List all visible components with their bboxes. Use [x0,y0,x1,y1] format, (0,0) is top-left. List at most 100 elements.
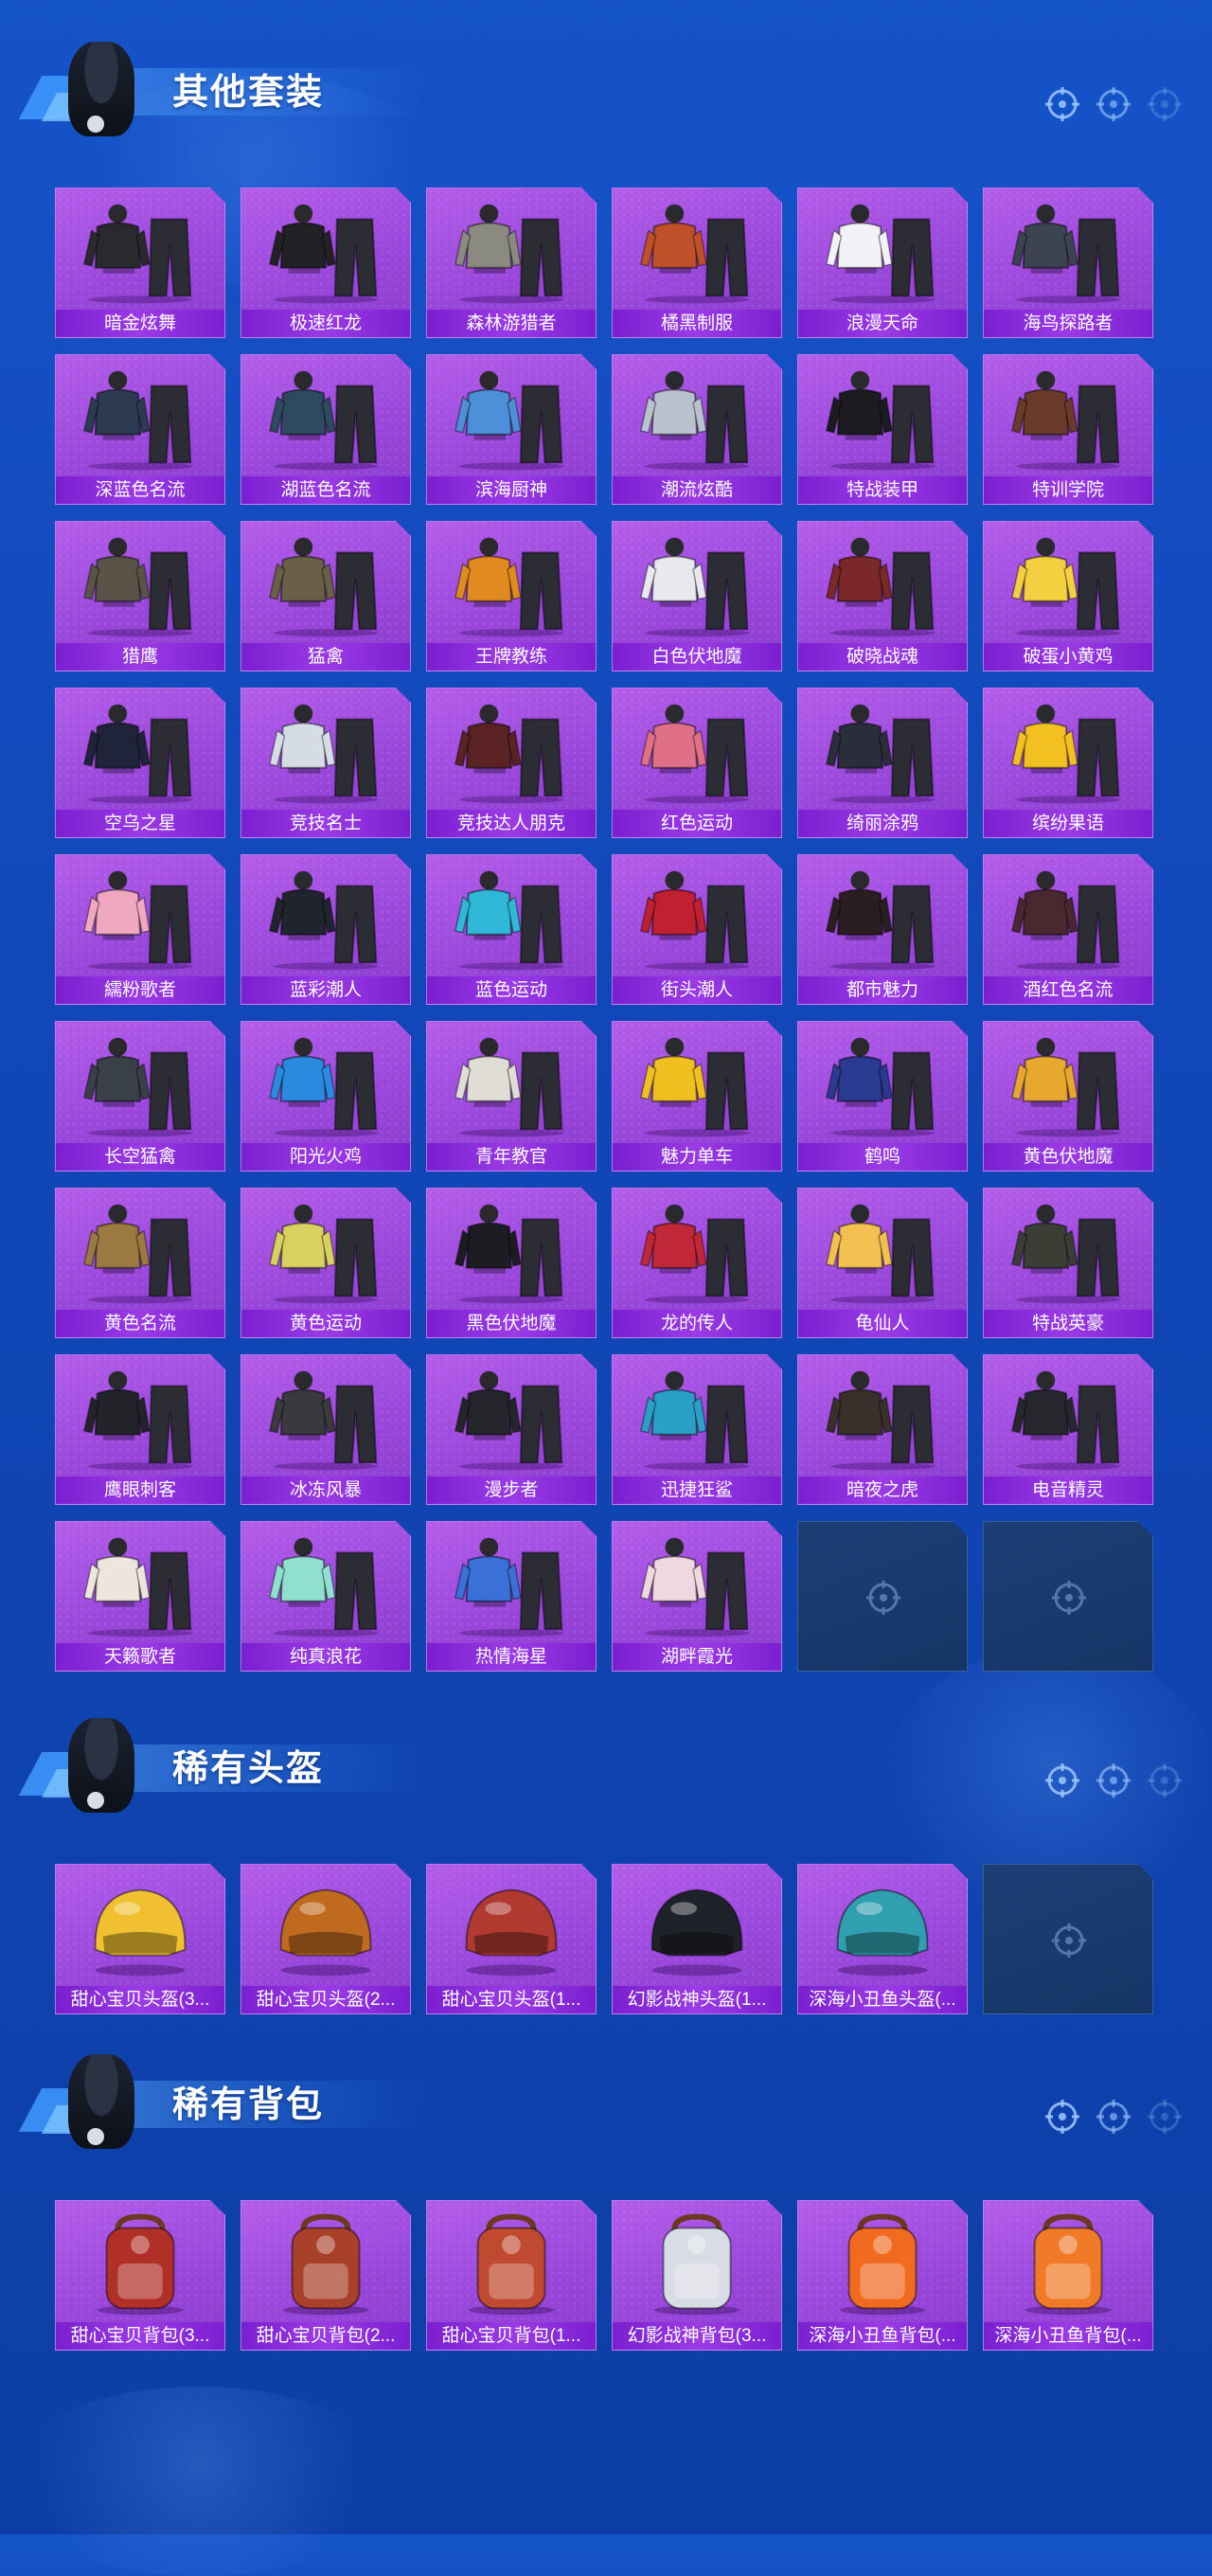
item-card[interactable]: 繻粉歌者 [55,854,225,1005]
item-card[interactable]: 空乌之星 [55,688,225,838]
item-label: 漫步者 [427,1476,596,1504]
item-card[interactable]: 猎鹰 [55,521,225,671]
item-card[interactable]: 都市魅力 [797,854,968,1005]
item-card[interactable]: 深海小丑鱼头盔(... [797,1864,968,2014]
suit-image [632,198,762,304]
suit-image [817,1365,948,1471]
item-card[interactable]: 迅捷狂鲨 [612,1354,782,1505]
item-card[interactable]: 王牌教练 [426,521,597,671]
suit-image [260,865,391,971]
item-card[interactable]: 鹰眼刺客 [55,1354,225,1505]
item-card[interactable]: 红色运动 [612,688,782,838]
item-card[interactable]: 冰冻风暴 [241,1354,411,1505]
item-card[interactable]: 缤纷果语 [983,688,1153,838]
item-card[interactable]: 森林游猎者 [426,188,597,338]
crosshair-icon [1146,85,1184,123]
item-card[interactable]: 特战英豪 [983,1188,1153,1338]
suit-image [817,1031,948,1137]
item-card[interactable]: 蓝彩潮人 [241,854,411,1005]
item-card[interactable]: 浪漫天命 [797,188,968,338]
item-card[interactable]: 甜心宝贝背包(2... [241,2200,411,2351]
item-card[interactable]: 阳光火鸡 [241,1021,411,1172]
item-card[interactable]: 猛禽 [241,521,411,671]
item-card[interactable]: 深蓝色名流 [55,354,225,505]
item-label: 鹤鸣 [798,1143,967,1171]
item-label: 甜心宝贝背包(2... [241,2322,410,2350]
suit-image [260,1531,391,1637]
item-card[interactable]: 黄色名流 [55,1188,225,1338]
item-card[interactable]: 青年教官 [426,1021,597,1172]
item-card[interactable]: 深海小丑鱼背包(... [797,2200,968,2351]
item-card[interactable]: 海鸟探路者 [983,188,1153,338]
item-card[interactable]: 幻影战神背包(3... [612,2200,782,2351]
item-card[interactable]: 甜心宝贝头盔(1... [426,1864,597,2014]
item-label: 潮流炫酷 [613,476,781,504]
item-card[interactable]: 破晓战魂 [797,521,968,671]
item-card[interactable]: 竞技达人朋克 [426,688,597,838]
item-card[interactable]: 长空猛禽 [55,1021,225,1172]
suit-image [632,365,762,471]
item-card[interactable]: 电音精灵 [983,1354,1153,1505]
item-card[interactable]: 湖蓝色名流 [241,354,411,505]
suit-image [75,1031,205,1137]
item-card[interactable]: 黄色运动 [241,1188,411,1338]
item-label: 青年教官 [427,1143,596,1171]
item-card[interactable]: 甜心宝贝头盔(3... [55,1864,225,2014]
item-card[interactable]: 竞技名士 [241,688,411,838]
item-label: 深海小丑鱼头盔(... [798,1986,967,2013]
item-card[interactable]: 绮丽涂鸦 [797,688,968,838]
item-label: 冰冻风暴 [241,1476,410,1504]
suit-image [817,1198,948,1304]
item-label: 长空猛禽 [56,1143,224,1171]
item-card[interactable]: 魅力单车 [612,1021,782,1172]
item-label: 特战装甲 [798,476,967,504]
backpack-image [446,2210,577,2317]
item-card[interactable]: 黑色伏地魔 [426,1188,597,1338]
suit-image [446,531,577,637]
suit-image [632,865,762,971]
item-card[interactable]: 特战装甲 [797,354,968,505]
item-card[interactable]: 纯真浪花 [241,1521,411,1672]
item-card[interactable]: 黄色伏地魔 [983,1021,1153,1172]
item-card[interactable]: 天籁歌者 [55,1521,225,1672]
item-card[interactable]: 白色伏地魔 [612,521,782,671]
item-card[interactable]: 暗夜之虎 [797,1354,968,1505]
item-card[interactable]: 甜心宝贝背包(1... [426,2200,597,2351]
suit-image [632,1365,762,1471]
item-card[interactable]: 鹤鸣 [797,1021,968,1172]
item-card[interactable]: 甜心宝贝头盔(2... [241,1864,411,2014]
item-card[interactable]: 龟仙人 [797,1188,968,1338]
item-card[interactable]: 酒红色名流 [983,854,1153,1005]
item-card[interactable]: 街头潮人 [612,854,782,1005]
item-card[interactable]: 极速红龙 [241,188,411,338]
item-card[interactable]: 龙的传人 [612,1188,782,1338]
item-label: 湖蓝色名流 [241,476,410,504]
item-card[interactable]: 橘黑制服 [612,188,782,338]
suit-image [1003,698,1133,804]
item-card[interactable]: 破蛋小黄鸡 [983,521,1153,671]
item-label: 甜心宝贝头盔(3... [56,1986,224,2013]
suit-image [446,1365,577,1471]
item-label: 空乌之星 [56,810,224,837]
item-card[interactable]: 潮流炫酷 [612,354,782,505]
item-card[interactable]: 热情海星 [426,1521,597,1672]
item-card[interactable]: 特训学院 [983,354,1153,505]
item-card[interactable]: 滨海厨神 [426,354,597,505]
item-card[interactable]: 甜心宝贝背包(3... [55,2200,225,2351]
item-card[interactable]: 漫步者 [426,1354,597,1505]
suit-image [75,198,205,304]
crosshair-icon [1095,1762,1132,1799]
suit-image [632,531,762,637]
crosshair-icon [864,1579,902,1617]
item-card[interactable]: 深海小丑鱼背包(... [983,2200,1153,2351]
item-label: 热情海星 [427,1643,596,1671]
item-card[interactable]: 幻影战神头盔(1... [612,1864,782,2014]
item-card[interactable]: 暗金炫舞 [55,188,225,338]
item-label: 黄色名流 [56,1310,224,1337]
item-label: 湖畔霞光 [613,1643,781,1671]
item-card[interactable]: 蓝色运动 [426,854,597,1005]
item-label: 甜心宝贝头盔(2... [241,1986,410,2013]
item-label: 龟仙人 [798,1310,967,1337]
item-card[interactable]: 湖畔霞光 [612,1521,782,1672]
suit-image [75,365,205,471]
